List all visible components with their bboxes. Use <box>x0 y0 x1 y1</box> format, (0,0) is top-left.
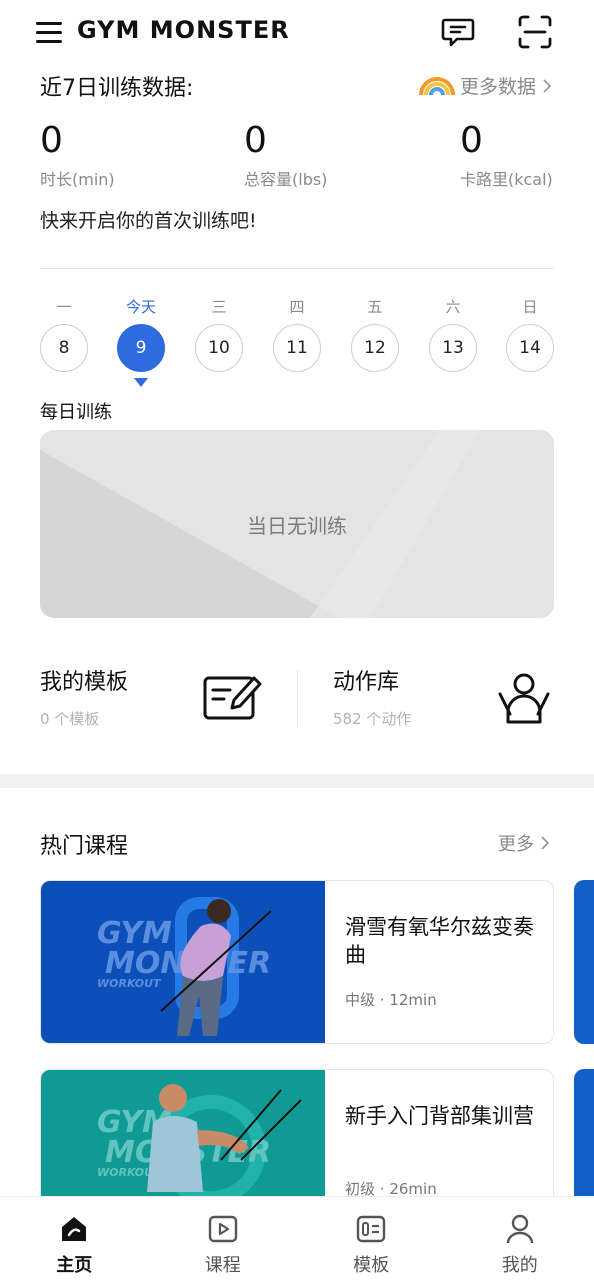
day-name: 一 <box>56 298 72 316</box>
week-selector: 一 8 今天 9 三 10 四 11 五 12 六 13 日 14 <box>40 296 554 392</box>
nav-label: 模板 <box>353 1255 390 1276</box>
empty-training-text: 当日无训练 <box>247 513 347 538</box>
day-mon[interactable]: 一 8 <box>40 296 88 372</box>
stats-title: 近7日训练数据: <box>40 76 194 101</box>
day-name: 五 <box>367 298 383 316</box>
day-date: 13 <box>429 324 477 372</box>
exercise-library-tile[interactable]: 动作库 582 个动作 <box>333 664 411 734</box>
more-data-link[interactable]: 更多数据 <box>418 72 552 99</box>
nav-label: 课程 <box>204 1255 241 1276</box>
nav-label: 我的 <box>501 1255 538 1276</box>
hot-courses-title: 热门课程 <box>40 834 129 859</box>
day-name: 四 <box>289 298 305 316</box>
chevron-right-icon <box>543 78 552 93</box>
day-date: 8 <box>40 324 88 372</box>
day-date: 11 <box>273 324 321 372</box>
meta-dot: · <box>379 991 390 1009</box>
more-data-label: 更多数据 <box>459 76 536 98</box>
stat-label: 总容量(lbs) <box>244 170 328 189</box>
nav-courses[interactable]: 课程 <box>149 1197 298 1280</box>
day-date: 12 <box>351 324 399 372</box>
edit-template-icon <box>203 676 262 720</box>
course-meta: 中级 · 12min <box>345 989 437 1010</box>
day-wed[interactable]: 三 10 <box>195 296 243 372</box>
tile-title: 动作库 <box>333 670 400 695</box>
divider <box>40 268 554 269</box>
thumb-text: WORKOUT <box>97 977 162 990</box>
tile-separator <box>297 670 298 726</box>
stat-label: 卡路里(kcal) <box>460 170 553 189</box>
tile-subtitle: 582 个动作 <box>333 710 412 728</box>
day-name: 日 <box>522 298 538 316</box>
next-course-peek[interactable] <box>574 880 594 1044</box>
day-date: 14 <box>506 324 554 372</box>
nav-profile[interactable]: 我的 <box>446 1197 594 1280</box>
nav-templates[interactable]: 模板 <box>297 1197 446 1280</box>
day-name: 三 <box>211 298 227 316</box>
day-date: 10 <box>195 324 243 372</box>
daily-training-label: 每日训练 <box>40 402 112 423</box>
tile-subtitle: 0 个模板 <box>40 710 100 728</box>
message-icon[interactable] <box>440 14 476 50</box>
menu-icon[interactable] <box>36 20 62 44</box>
home-icon <box>62 1217 87 1241</box>
play-icon <box>208 1215 237 1243</box>
day-sun[interactable]: 日 14 <box>506 296 554 372</box>
course-thumbnail: GYM MONSTER WORKOUT <box>41 881 325 1043</box>
stat-value: 0 <box>40 120 63 161</box>
stat-value: 0 <box>244 120 267 161</box>
day-thu[interactable]: 四 11 <box>273 296 321 372</box>
app-header: GYM MONSTER <box>0 0 594 64</box>
stat-label: 时长(min) <box>40 170 115 189</box>
section-spacer <box>0 774 594 788</box>
day-name: 今天 <box>125 298 156 316</box>
course-name: 滑雪有氧华尔兹变奏曲 <box>345 915 534 967</box>
template-icon <box>357 1215 386 1243</box>
more-courses-link[interactable]: 更多 <box>498 830 550 856</box>
day-today[interactable]: 今天 9 <box>117 296 165 387</box>
exercise-person-icon <box>498 673 550 724</box>
nav-home[interactable]: 主页 <box>0 1197 149 1280</box>
day-sat[interactable]: 六 13 <box>429 296 477 372</box>
encourage-text: 快来开启你的首次训练吧! <box>40 210 257 232</box>
app-title: GYM MONSTER <box>77 16 290 44</box>
course-level: 中级 <box>345 991 376 1009</box>
rainbow-icon <box>418 76 455 95</box>
day-name: 六 <box>445 298 461 316</box>
stat-value: 0 <box>460 120 483 161</box>
bottom-nav: 主页 课程 模板 我的 <box>0 1196 594 1280</box>
daily-training-card[interactable]: 当日无训练 <box>40 430 554 618</box>
my-templates-tile[interactable]: 我的模板 0 个模板 <box>40 664 128 734</box>
more-label: 更多 <box>498 834 534 855</box>
stat-duration: 0 时长(min) <box>40 118 115 190</box>
tile-title: 我的模板 <box>40 670 129 695</box>
course-name: 新手入门背部集训营 <box>345 1104 534 1128</box>
nav-label: 主页 <box>56 1255 93 1276</box>
selected-pointer-icon <box>134 378 148 387</box>
course-card[interactable]: GYM MONSTER WORKOUT 滑雪有氧华尔兹变奏曲 中级 · 12mi… <box>40 880 554 1044</box>
chevron-right-icon <box>541 836 550 850</box>
stat-calories: 0 卡路里(kcal) <box>460 118 553 190</box>
day-date: 9 <box>117 324 165 372</box>
day-fri[interactable]: 五 12 <box>351 296 399 372</box>
course-duration: 12min <box>389 991 437 1009</box>
stat-volume: 0 总容量(lbs) <box>244 118 327 190</box>
scan-icon[interactable] <box>517 14 553 50</box>
profile-icon <box>506 1214 533 1244</box>
